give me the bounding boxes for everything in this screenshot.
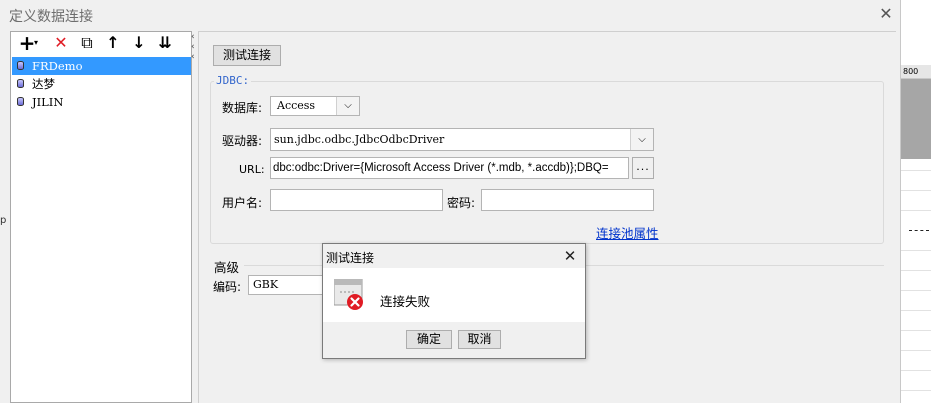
connection-name: 达梦 xyxy=(32,77,55,91)
background-ruler-label: 800 xyxy=(901,65,931,79)
background-row-line xyxy=(901,290,931,291)
encoding-select[interactable]: GBK xyxy=(248,275,328,295)
database-icon xyxy=(17,97,24,106)
edge-fragment: p xyxy=(0,215,7,226)
ok-button[interactable]: 确定 xyxy=(406,330,452,349)
sort-icon[interactable]: ⇊ xyxy=(156,33,174,53)
chevron-down-icon[interactable]: ⌵ xyxy=(630,129,653,150)
copy-icon[interactable]: ⧉ xyxy=(78,33,96,53)
cancel-button[interactable]: 取消 xyxy=(458,330,501,349)
connection-name: JILIN xyxy=(32,95,64,109)
username-label: 用户名: xyxy=(222,196,263,210)
connection-name: FRDemo xyxy=(32,59,83,73)
background-row-line xyxy=(901,330,931,331)
modal-close-icon[interactable]: ✕ xyxy=(562,247,578,265)
dialog-close-icon[interactable]: ✕ xyxy=(878,6,894,22)
driver-label: 驱动器: xyxy=(222,134,263,148)
connection-error-icon xyxy=(333,278,364,311)
test-connection-button[interactable]: 测试连接 xyxy=(213,45,281,66)
background-row-line xyxy=(909,230,929,231)
connection-item-frdemo[interactable]: FRDemo xyxy=(12,57,191,75)
url-input[interactable]: dbc:odbc:Driver={Microsoft Access Driver… xyxy=(270,157,629,179)
jdbc-group-label: JDBC: xyxy=(214,74,252,87)
connection-pool-link[interactable]: 连接池属性 xyxy=(596,223,659,242)
delete-icon[interactable]: ✕ xyxy=(52,33,70,53)
background-row-line xyxy=(901,350,931,351)
url-label: URL: xyxy=(239,163,265,176)
database-icon xyxy=(17,61,24,70)
move-down-icon[interactable]: ↓ xyxy=(130,33,148,53)
modal-message: 连接失败 xyxy=(380,294,431,309)
chevron-down-icon[interactable]: ⌵ xyxy=(336,97,359,115)
background-row-line xyxy=(901,210,931,211)
background-row-line xyxy=(901,270,931,271)
database-select[interactable]: Access ⌵ xyxy=(270,96,360,116)
database-select-value: Access xyxy=(277,99,316,112)
move-up-icon[interactable]: ↑ xyxy=(104,33,122,53)
background-row-line xyxy=(901,390,931,391)
background-gray-block xyxy=(901,79,931,159)
driver-select-value: sun.jdbc.odbc.JdbcOdbcDriver xyxy=(274,133,445,146)
background-row-line xyxy=(901,170,931,171)
url-browse-button[interactable]: ... xyxy=(632,157,654,179)
connection-item-jilin[interactable]: JILIN xyxy=(12,93,191,111)
database-label: 数据库: xyxy=(222,101,263,115)
background-row-line xyxy=(901,310,931,311)
advanced-section-label: 高级 xyxy=(214,260,240,275)
connection-item-dameng[interactable]: 达梦 xyxy=(12,75,191,93)
driver-select[interactable]: sun.jdbc.odbc.JdbcOdbcDriver ⌵ xyxy=(270,128,654,151)
background-app-panel: 800 xyxy=(901,0,931,403)
encoding-label: 编码: xyxy=(213,280,242,294)
password-input[interactable] xyxy=(481,189,654,211)
background-row-line xyxy=(901,370,931,371)
modal-title: 测试连接 xyxy=(326,251,375,265)
dialog-title: 定义数据连接 xyxy=(9,9,93,25)
password-label: 密码: xyxy=(447,196,476,210)
connection-list: FRDemo 达梦 JILIN xyxy=(12,57,191,111)
username-input[interactable] xyxy=(270,189,443,211)
background-row-line xyxy=(901,250,931,251)
add-dropdown-caret-icon[interactable]: ▾ xyxy=(32,33,40,53)
background-row-line xyxy=(901,190,931,191)
database-icon xyxy=(17,79,24,88)
